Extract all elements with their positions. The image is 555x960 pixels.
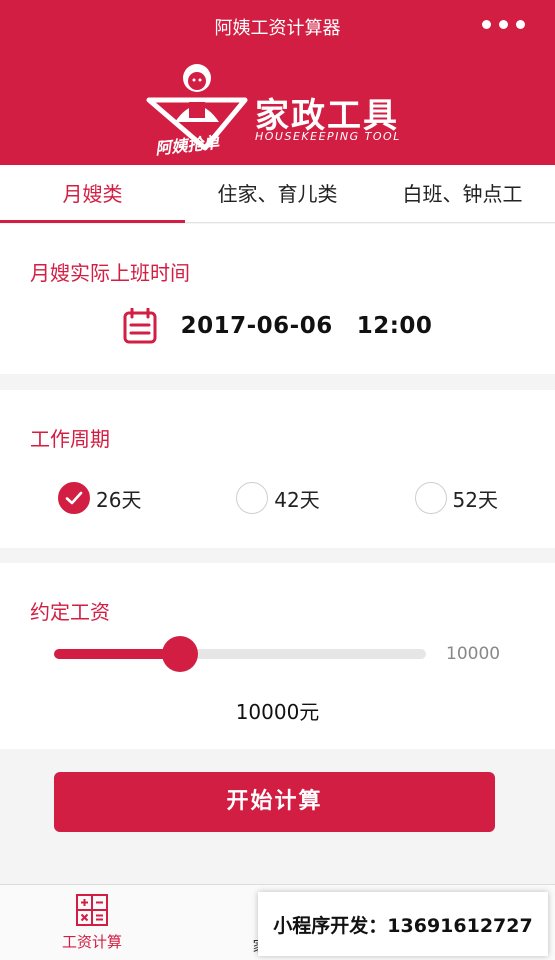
tab-baiban[interactable]: 白班、钟点工	[370, 165, 555, 222]
tabbar-label-salary: 工资计算	[61, 933, 122, 951]
calendar-icon	[123, 308, 157, 344]
app-title: 阿姨工资计算器	[214, 18, 341, 39]
period-option-42[interactable]: 42天	[236, 482, 320, 514]
logo: 阿姨抢单 家政工具 HOUSEKEEPING TOOL	[145, 60, 415, 158]
period-option-52[interactable]: 52天	[414, 482, 498, 514]
period-option-label: 42天	[274, 487, 320, 512]
radio-icon	[236, 482, 269, 514]
tabbar-item-salary[interactable]: 工资计算	[32, 893, 152, 952]
period-option-label: 52天	[452, 487, 498, 512]
start-date: 2017-06-06	[180, 313, 333, 339]
header: 阿姨工资计算器 阿姨抢单 家政工具 HOUSEKEEPING TOOL	[0, 0, 555, 165]
salary-title: 约定工资	[30, 600, 110, 624]
contact-banner: 小程序开发：13691612727	[258, 892, 548, 956]
salary-max-label: 10000	[446, 644, 501, 664]
salary-slider[interactable]	[54, 636, 426, 672]
period-option-label: 26天	[96, 487, 142, 512]
checkmark-icon	[58, 482, 90, 514]
calculator-icon	[76, 894, 108, 926]
salary-card: 约定工资 10000 10000元	[0, 563, 555, 749]
salary-value: 10000元	[235, 700, 320, 724]
start-calculate-button[interactable]: 开始计算	[54, 772, 495, 832]
radio-icon	[414, 482, 447, 514]
work-period-card: 工作周期 26天 42天 52天	[0, 390, 555, 548]
tab-yuesao[interactable]: 月嫂类	[0, 165, 185, 223]
period-option-26[interactable]: 26天	[58, 482, 141, 514]
more-options-icon[interactable]	[482, 20, 525, 29]
logo-subtitle: HOUSEKEEPING TOOL	[255, 130, 401, 143]
start-time-card: 月嫂实际上班时间 2017-06-06 12:00	[0, 224, 555, 374]
period-options: 26天 42天 52天	[58, 482, 498, 514]
logo-badge-text: 阿姨抢单	[154, 132, 220, 159]
start-time-title: 月嫂实际上班时间	[30, 261, 190, 285]
category-tabs: 月嫂类 住家、育儿类 白班、钟点工	[0, 165, 555, 223]
date-picker[interactable]: 2017-06-06 12:00	[0, 308, 555, 344]
tab-zhujia[interactable]: 住家、育儿类	[185, 165, 370, 222]
start-time: 12:00	[356, 313, 433, 339]
work-period-title: 工作周期	[30, 427, 110, 451]
salary-slider-thumb[interactable]	[162, 636, 199, 672]
